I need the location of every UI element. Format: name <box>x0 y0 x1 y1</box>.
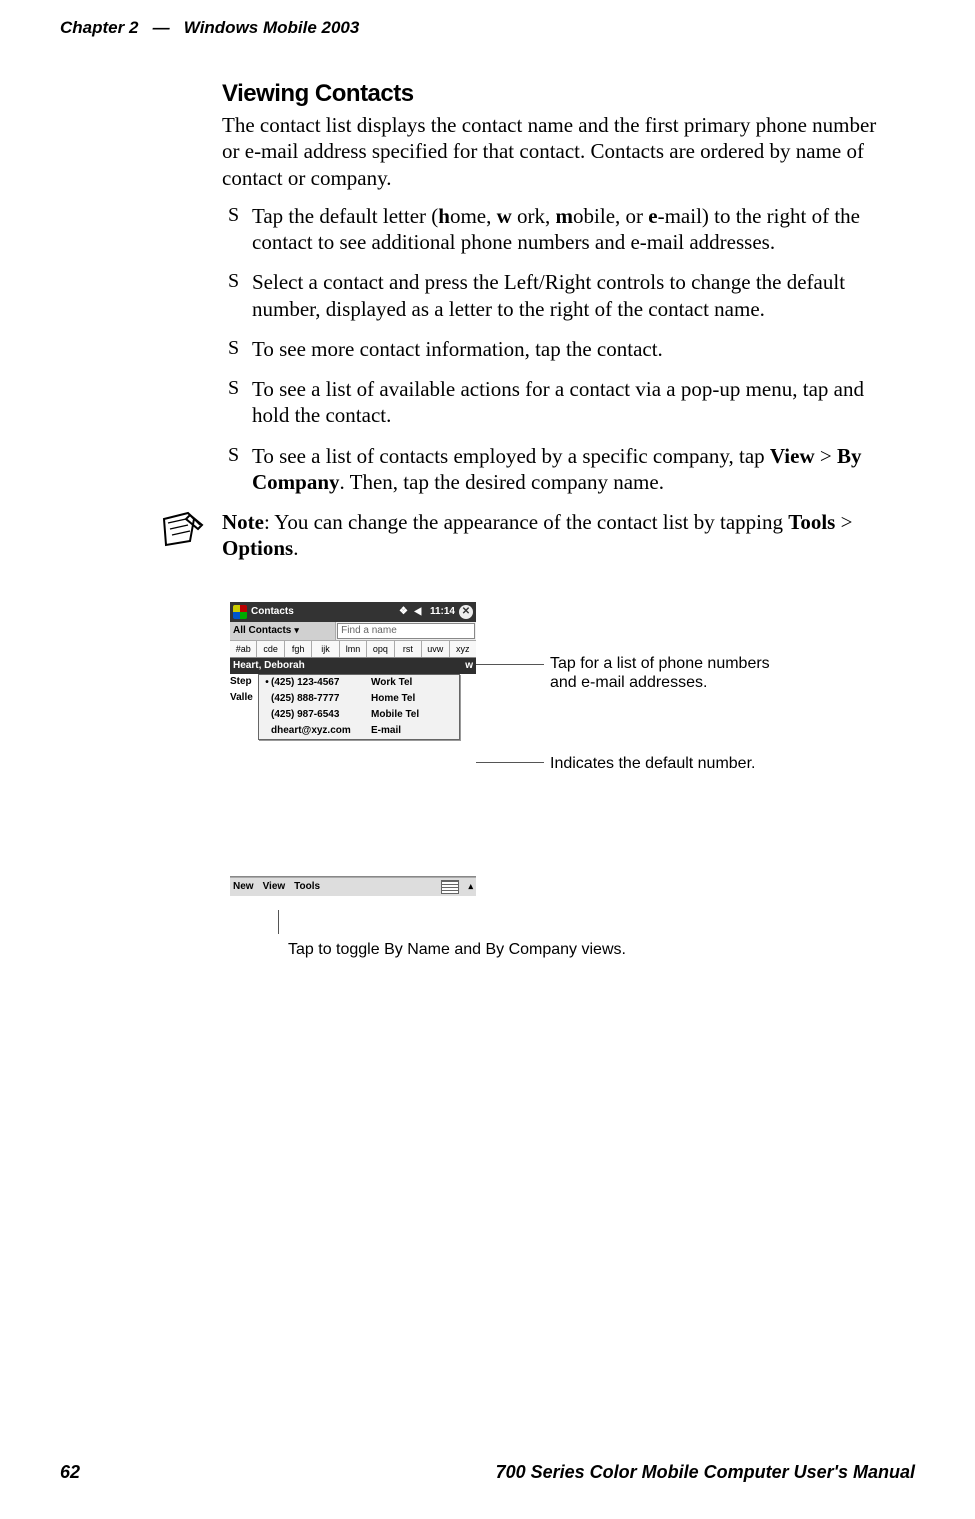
note-icon <box>160 511 206 549</box>
instruction-list: Tap the default letter (home, w ork, mob… <box>222 203 892 495</box>
contact-list[interactable]: Heart, Deborah w Step Valle • (425) 123-… <box>230 658 476 877</box>
page: Chapter 2 — Windows Mobile 2003 Viewing … <box>0 0 975 1519</box>
popup-label: Work Tel <box>371 677 455 688</box>
popup-label: E-mail <box>371 725 455 736</box>
intro-paragraph: The contact list displays the contact na… <box>222 112 892 191</box>
callout-line <box>476 762 544 763</box>
popup-row[interactable]: dheart@xyz.com E-mail <box>259 723 459 739</box>
list-item: To see a list of available actions for a… <box>222 376 892 429</box>
running-header: Chapter 2 — Windows Mobile 2003 <box>60 18 915 38</box>
clipped-contact-rows: Step Valle <box>230 674 258 706</box>
alpha-tab[interactable]: lmn <box>340 641 367 657</box>
contact-row-selected[interactable]: Heart, Deborah w <box>230 658 476 674</box>
popup-row[interactable]: (425) 987-6543 Mobile Tel <box>259 707 459 723</box>
callout-text: Tap to toggle By Name and By Company vie… <box>288 940 708 959</box>
alpha-tab[interactable]: fgh <box>285 641 312 657</box>
header-dash: — <box>153 18 170 37</box>
clock[interactable]: 11:14 <box>430 606 455 617</box>
alpha-tab[interactable]: xyz <box>450 641 476 657</box>
contact-row[interactable]: Valle <box>230 690 258 706</box>
command-bar: New View Tools ▴ <box>230 877 476 896</box>
contact-popup[interactable]: • (425) 123-4567 Work Tel (425) 888-7777… <box>258 674 460 740</box>
alpha-tab[interactable]: uvw <box>422 641 449 657</box>
contact-row[interactable]: Step <box>230 674 258 690</box>
popup-value: dheart@xyz.com <box>271 725 371 736</box>
header-separator <box>143 18 152 37</box>
alpha-tab[interactable]: ijk <box>312 641 339 657</box>
tools-menu[interactable]: Tools <box>294 881 320 892</box>
view-menu[interactable]: View <box>263 881 286 892</box>
popup-value: (425) 123-4567 <box>271 677 371 688</box>
category-label: All Contacts <box>233 625 291 636</box>
alpha-index-tabs[interactable]: #ab cde fgh ijk lmn opq rst uvw xyz <box>230 641 476 658</box>
app-title: Contacts <box>251 606 395 617</box>
popup-row[interactable]: (425) 888-7777 Home Tel <box>259 691 459 707</box>
page-number: 62 <box>60 1462 80 1483</box>
popup-value: (425) 987-6543 <box>271 709 371 720</box>
list-item: To see a list of contacts employed by a … <box>222 443 892 496</box>
sip-keyboard-icon[interactable] <box>441 880 459 894</box>
running-footer: 62 700 Series Color Mobile Computer User… <box>60 1462 915 1483</box>
close-icon[interactable]: ✕ <box>459 605 473 619</box>
find-placeholder: Find a name <box>341 625 397 636</box>
contact-name: Heart, Deborah <box>233 660 459 671</box>
connectivity-icon <box>399 606 411 618</box>
chapter-title: Windows Mobile 2003 <box>184 18 360 37</box>
footer-title: 700 Series Color Mobile Computer User's … <box>496 1462 915 1483</box>
callout-line <box>278 910 279 934</box>
filter-bar: All Contacts Find a name <box>230 622 476 641</box>
body-content: Viewing Contacts The contact list displa… <box>222 80 892 1002</box>
popup-value: (425) 888-7777 <box>271 693 371 704</box>
screenshot-figure: Contacts 11:14 ✕ All Contacts Find a nam… <box>230 602 930 1002</box>
alpha-tab[interactable]: #ab <box>230 641 257 657</box>
start-flag-icon[interactable] <box>233 605 247 619</box>
list-item: Tap the default letter (home, w ork, mob… <box>222 203 892 256</box>
note-block: Note: You can change the appearance of t… <box>222 509 892 562</box>
alpha-tab[interactable]: opq <box>367 641 394 657</box>
list-item: Select a contact and press the Left/Righ… <box>222 269 892 322</box>
selected-dot-icon: • <box>263 677 271 688</box>
sip-caret-icon[interactable]: ▴ <box>468 881 473 892</box>
alpha-tab[interactable]: rst <box>395 641 422 657</box>
find-input[interactable]: Find a name <box>337 623 475 639</box>
popup-label: Home Tel <box>371 693 455 704</box>
chapter-number: Chapter 2 <box>60 18 138 37</box>
alpha-tab[interactable]: cde <box>257 641 284 657</box>
list-item: To see more contact information, tap the… <box>222 336 892 362</box>
callout-text: Tap for a list of phone numbers and e-ma… <box>550 654 780 692</box>
popup-row[interactable]: • (425) 123-4567 Work Tel <box>259 675 459 691</box>
status-icons <box>399 606 426 618</box>
callout-text: Indicates the default number. <box>550 754 810 773</box>
section-heading: Viewing Contacts <box>222 80 892 108</box>
callout-line <box>476 664 544 665</box>
category-dropdown[interactable]: All Contacts <box>230 622 336 640</box>
device-screenshot: Contacts 11:14 ✕ All Contacts Find a nam… <box>230 602 476 896</box>
note-text: Note: You can change the appearance of t… <box>222 509 892 562</box>
default-letter[interactable]: w <box>459 660 473 671</box>
popup-label: Mobile Tel <box>371 709 455 720</box>
title-bar[interactable]: Contacts 11:14 ✕ <box>230 602 476 622</box>
speaker-icon <box>414 606 426 618</box>
new-menu[interactable]: New <box>233 881 254 892</box>
